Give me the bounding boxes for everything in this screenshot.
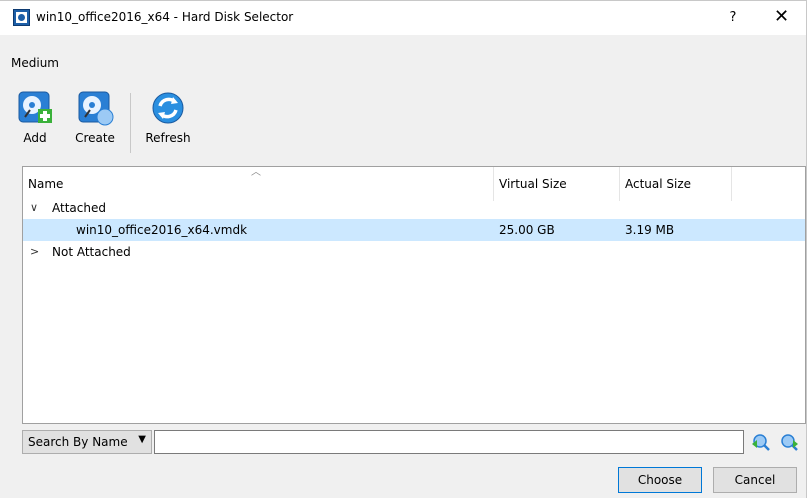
refresh-icon: [152, 92, 184, 124]
create-disk-icon: [78, 91, 114, 126]
column-name[interactable]: Name: [28, 167, 63, 201]
close-button[interactable]: ✕: [756, 1, 807, 35]
search-input[interactable]: [154, 430, 744, 454]
title-bar: win10_office2016_x64 - Hard Disk Selecto…: [0, 1, 806, 35]
add-label: Add: [23, 131, 47, 145]
group-label: Attached: [52, 201, 106, 215]
help-button[interactable]: ?: [710, 1, 756, 35]
sort-caret-icon: ︿: [251, 167, 261, 178]
search-next-icon[interactable]: [779, 432, 799, 452]
create-label: Create: [75, 131, 115, 145]
refresh-button[interactable]: Refresh: [138, 89, 198, 157]
virtualbox-app-icon: [13, 9, 30, 26]
table-row[interactable]: win10_office2016_x64.vmdk 25.00 GB 3.19 …: [23, 219, 805, 241]
toolbar: Add Create Refresh: [0, 89, 300, 161]
disk-actual-size: 3.19 MB: [625, 223, 675, 237]
refresh-label: Refresh: [145, 131, 191, 145]
column-virtual-size[interactable]: Virtual Size: [499, 167, 567, 201]
create-button[interactable]: Create: [66, 89, 124, 157]
choose-button[interactable]: Choose: [618, 467, 702, 493]
column-divider[interactable]: [619, 167, 620, 201]
chevron-right-icon[interactable]: >: [30, 241, 39, 263]
add-button[interactable]: Add: [10, 89, 60, 157]
column-actual-size[interactable]: Actual Size: [625, 167, 691, 201]
menu-medium[interactable]: Medium: [11, 56, 59, 70]
hard-disk-selector-window: win10_office2016_x64 - Hard Disk Selecto…: [0, 0, 807, 498]
media-tree[interactable]: ︿ Name Virtual Size Actual Size ∨ Attach…: [22, 166, 806, 424]
search-bar: Search By Name ▼: [22, 430, 806, 456]
group-row-attached[interactable]: ∨ Attached: [23, 197, 805, 219]
disk-virtual-size: 25.00 GB: [499, 223, 555, 237]
tree-header: ︿ Name Virtual Size Actual Size: [23, 167, 805, 201]
search-mode-label: Search By Name: [28, 435, 128, 449]
disk-name: win10_office2016_x64.vmdk: [76, 223, 248, 237]
search-mode-dropdown[interactable]: Search By Name ▼: [22, 430, 152, 454]
menu-bar: Medium: [0, 35, 806, 83]
column-divider[interactable]: [493, 167, 494, 201]
group-label: Not Attached: [52, 245, 131, 259]
search-previous-icon[interactable]: [751, 432, 771, 452]
group-row-not-attached[interactable]: > Not Attached: [23, 241, 805, 263]
window-title: win10_office2016_x64 - Hard Disk Selecto…: [36, 10, 294, 24]
chevron-down-icon[interactable]: ∨: [30, 197, 38, 219]
cancel-button[interactable]: Cancel: [713, 467, 797, 493]
column-divider[interactable]: [731, 167, 732, 201]
dropdown-arrow-icon: ▼: [138, 434, 146, 445]
toolbar-separator: [130, 93, 131, 153]
add-disk-icon: [18, 91, 52, 123]
